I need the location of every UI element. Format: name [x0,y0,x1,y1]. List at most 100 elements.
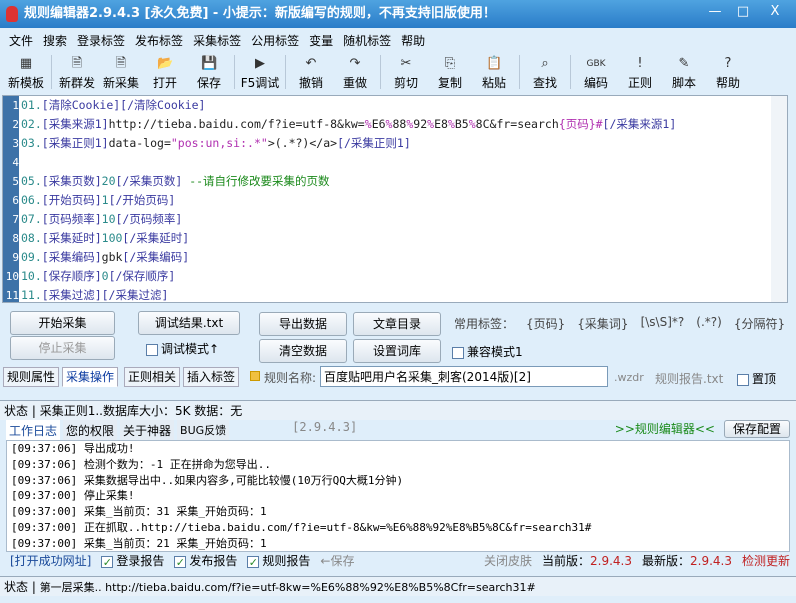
scissors-icon: ✂ [400,56,412,71]
code-token: 02. [21,117,42,131]
latest-version-label: 最新版： [641,554,690,568]
close-button[interactable]: X [762,2,788,22]
code-token: gbk [101,250,123,264]
code-token: [页码频率] [41,212,102,226]
toolbar-button[interactable]: ⌕ 查找 [523,53,567,91]
help-icon: ? [724,56,732,71]
rule-report-link[interactable]: 规则报告.txt [655,370,723,387]
set-wordlib-button[interactable]: 设置词库 [353,339,441,363]
menu-item[interactable]: 变量 [304,30,338,52]
export-data-button[interactable]: 导出数据 [259,312,347,336]
close-skin-link[interactable]: 关闭皮肤 [484,553,532,569]
toolbar-label: 新采集 [102,76,139,90]
clear-data-button[interactable]: 清空数据 [259,339,347,363]
open-success-url-link[interactable]: [打开成功网址] [10,553,91,569]
toolbar-button[interactable]: 📋 粘贴 [472,53,516,91]
toolbar-button[interactable]: ⎘ 复制 [428,53,472,91]
save-link[interactable]: ←保存 [320,553,354,569]
check-update-link[interactable]: 检测更新 [742,553,790,569]
code-token: 03. [21,136,42,150]
tag-page[interactable]: {页码} [526,315,565,332]
start-collect-button[interactable]: 开始采集 [10,311,115,335]
floppy-icon: 💾 [201,56,218,71]
tab-regex[interactable]: 正则相关 [124,367,181,387]
toolbar-button[interactable]: ▦ 新模板 [4,53,48,91]
code-token: 05. [21,174,42,188]
code-token: 92 [413,117,428,131]
menu-item[interactable]: 公用标签 [246,30,304,52]
menu-item[interactable]: 帮助 [396,30,430,52]
tab-rule-properties[interactable]: 规则属性 [3,367,60,387]
toolbar-label: F5调试 [240,76,280,90]
code-token: 0 [101,269,109,283]
toolbar-button[interactable]: 💾 保存 [187,53,231,91]
code-token: 09. [21,250,42,264]
rule-report-checkbox[interactable]: 规则报告 [247,553,310,569]
tag-group[interactable]: (.*?) [696,315,722,332]
log-entry: [09:37:00] 采集_当前页：31 采集_开始页码：1 [11,505,267,519]
editor-scrollbar[interactable] [771,96,787,302]
line-number: 10 [5,270,19,283]
rule-name-label: 规则名称: [264,371,317,385]
editor-link[interactable]: >>规则编辑器<< [615,420,715,440]
toolbar-button[interactable]: ▶ F5调试 [238,53,282,91]
tab-about[interactable]: 关于神器 [120,420,175,440]
tag-keyword[interactable]: {采集词} [577,315,628,332]
code-token: [清除Cookie][/清除Cookie] [41,98,206,112]
maximize-button[interactable]: □ [730,2,756,22]
toolbar-button[interactable]: ✂ 剪切 [384,53,428,91]
toolbar-label: 新群发 [58,76,95,90]
toolbar-button[interactable]: 🗎 新群发 [55,53,99,91]
toolbar-button[interactable]: 📂 打开 [143,53,187,91]
tab-work-log[interactable]: 工作日志 [6,420,61,440]
save-config-button[interactable]: 保存配置 [724,420,790,438]
status-label: 状态 [4,404,29,418]
menu-item[interactable]: 搜索 [38,30,72,52]
code-token: 10 [101,212,116,226]
article-directory-button[interactable]: 文章目录 [353,312,441,336]
tab-permissions[interactable]: 您的权限 [63,420,118,440]
compat-mode-checkbox[interactable]: 兼容模式1 [452,343,523,360]
pin-top-checkbox[interactable]: 置顶 [737,370,776,387]
toolbar-button[interactable]: ✎ 脚本 [662,53,706,91]
rule-editor[interactable]: 1 01.[清除Cookie][/清除Cookie] 2 02.[采集来源1]http… [2,95,788,303]
toolbar-button[interactable]: ! 正则 [618,53,662,91]
stop-collect-button[interactable]: 停止采集 [10,336,115,360]
toolbar-label: 撤销 [298,76,323,90]
toolbar-button[interactable]: GBK 编码 [574,53,618,91]
rule-name-input[interactable] [320,366,608,387]
tag-separator[interactable]: {分隔符} [734,315,785,332]
code-token: [保存顺序] [41,269,102,283]
log-entry: [09:37:06] 检测个数为：-1 正在拼命为您导出.. [11,457,271,471]
tag-any[interactable]: [\s\S]*? [641,315,685,332]
toolbar-button[interactable]: ↷ 重做 [333,53,377,91]
toolbar-button[interactable]: 🗎 新采集 [99,53,143,91]
code-token: E8 [434,117,448,131]
code-token: 8C&fr=search [475,117,559,131]
menu-item[interactable]: 采集标签 [188,30,246,52]
tab-bug-feedback[interactable]: BUG反馈 [177,420,230,440]
toolbar-button[interactable]: ↶ 撤销 [289,53,333,91]
debug-mode-checkbox[interactable]: 调试模式↑ [146,340,219,357]
menu-item[interactable]: 发布标签 [130,30,188,52]
menu-item[interactable]: 文件 [4,30,38,52]
tab-collect-operations[interactable]: 采集操作 [62,367,119,387]
code-token: [采集页数] [41,174,102,188]
log-entry: [09:37:00] 停止采集! [11,489,135,503]
publish-report-checkbox[interactable]: 发布报告 [174,553,237,569]
paste-icon: 📋 [486,56,503,71]
login-report-checkbox[interactable]: 登录报告 [101,553,164,569]
toolbar-separator [519,55,520,89]
toolbar-button[interactable]: ? 帮助 [706,53,750,91]
code-token: % [364,117,372,131]
tab-insert-tags[interactable]: 插入标签 [183,367,240,387]
status-bar: 状态 | 采集正则1..数据库大小：5K 数据：无 [0,400,796,420]
menu-item[interactable]: 随机标签 [338,30,396,52]
debug-result-button[interactable]: 调试结果.txt [138,311,240,335]
editor-line: 9 09.[采集编码]gbk[/采集编码] [3,248,787,267]
menu-item[interactable]: 登录标签 [72,30,130,52]
minimize-button[interactable]: — [702,2,728,22]
line-number: 8 [12,232,19,245]
line-number: 6 [12,194,19,207]
work-log[interactable]: [09:37:06] 导出成功! [09:37:06] 检测个数为：-1 正在拼命… [6,440,790,552]
